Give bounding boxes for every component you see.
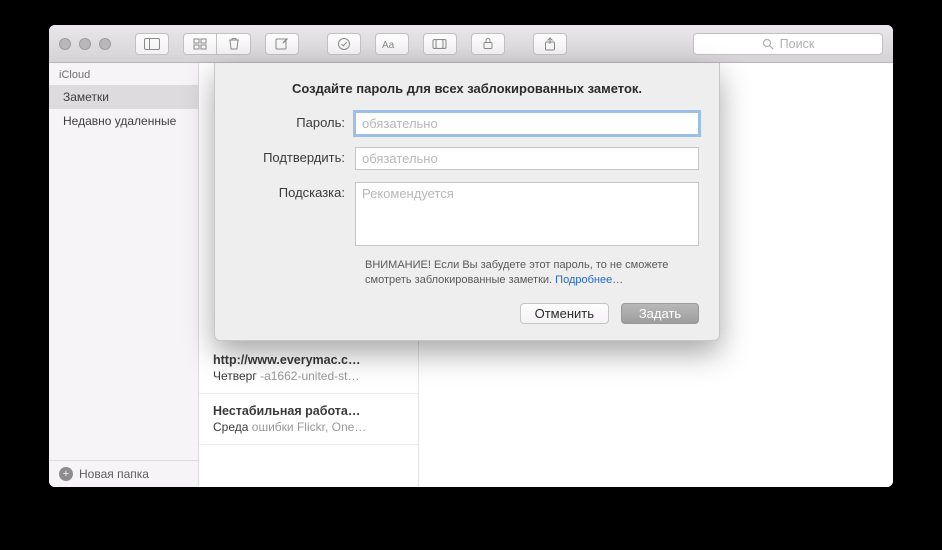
- verify-password-input[interactable]: [355, 147, 699, 170]
- new-folder-label: Новая папка: [79, 467, 149, 481]
- note-subtitle: Среда ошибки Flickr, One…: [213, 420, 404, 434]
- cancel-button[interactable]: Отменить: [520, 303, 609, 324]
- grid-view-button[interactable]: [183, 33, 217, 55]
- plus-icon: +: [59, 467, 73, 481]
- sidebar-item-label: Заметки: [63, 90, 109, 104]
- new-note-button[interactable]: [265, 33, 299, 55]
- svg-text:Aa: Aa: [382, 40, 395, 50]
- traffic-lights: [59, 38, 111, 50]
- sidebar: iCloud Заметки Недавно удаленные + Новая…: [49, 63, 199, 487]
- verify-label: Подтвердить:: [235, 147, 355, 165]
- share-button[interactable]: [533, 33, 567, 55]
- sidebar-section-header: iCloud: [49, 63, 198, 85]
- zoom-icon[interactable]: [99, 38, 111, 50]
- password-label: Пароль:: [235, 112, 355, 130]
- search-placeholder: Поиск: [780, 37, 815, 51]
- list-item[interactable]: http://www.everymac.c… Четверг -a1662-un…: [199, 343, 418, 394]
- note-subtitle: Четверг -a1662-united-st…: [213, 369, 404, 383]
- checklist-button[interactable]: [327, 33, 361, 55]
- notes-window: Aa Поиск iCloud Заметки Недавно удаленны…: [49, 25, 893, 487]
- sidebar-item-label: Недавно удаленные: [63, 114, 176, 128]
- lock-button[interactable]: [471, 33, 505, 55]
- warning-text: ВНИМАНИЕ! Если Вы забудете этот пароль, …: [365, 258, 699, 289]
- note-title: http://www.everymac.c…: [213, 353, 404, 367]
- delete-button[interactable]: [217, 33, 251, 55]
- new-folder-button[interactable]: + Новая папка: [49, 460, 198, 487]
- note-title: Нестабильная работа…: [213, 404, 404, 418]
- learn-more-link[interactable]: Подробнее…: [555, 274, 623, 286]
- list-item[interactable]: Нестабильная работа… Среда ошибки Flickr…: [199, 394, 418, 445]
- dialog-title: Создайте пароль для всех заблокированных…: [235, 81, 699, 96]
- sidebar-toggle-button[interactable]: [135, 33, 169, 55]
- attach-button[interactable]: [423, 33, 457, 55]
- hint-textarea[interactable]: [355, 182, 699, 246]
- minimize-icon[interactable]: [79, 38, 91, 50]
- titlebar: Aa Поиск: [49, 25, 893, 63]
- hint-label: Подсказка:: [235, 182, 355, 200]
- sidebar-item-recently-deleted[interactable]: Недавно удаленные: [49, 109, 198, 133]
- view-mode-group: [177, 33, 251, 55]
- password-dialog: Создайте пароль для всех заблокированных…: [214, 63, 720, 341]
- search-icon: [762, 38, 774, 50]
- sidebar-item-notes[interactable]: Заметки: [49, 85, 198, 109]
- text-style-button[interactable]: Aa: [375, 33, 409, 55]
- password-input[interactable]: [355, 112, 699, 135]
- confirm-button[interactable]: Задать: [621, 303, 699, 324]
- close-icon[interactable]: [59, 38, 71, 50]
- search-field[interactable]: Поиск: [693, 33, 883, 55]
